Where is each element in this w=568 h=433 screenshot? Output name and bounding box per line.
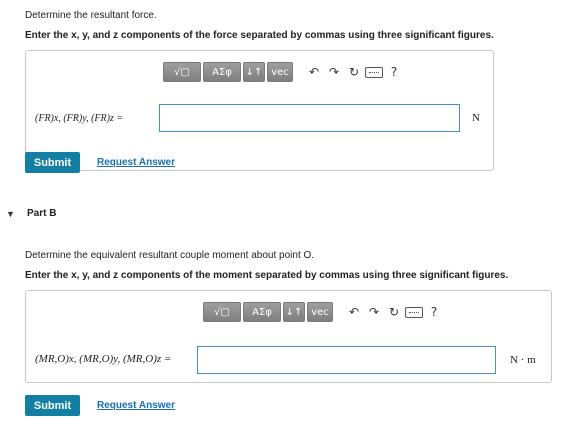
keyboard-icon[interactable] bbox=[365, 63, 383, 81]
part-b-question: Determine the equivalent resultant coupl… bbox=[25, 250, 315, 261]
arrows-button[interactable]: ↓↑ bbox=[283, 302, 305, 322]
part-a-unit: N bbox=[472, 112, 480, 124]
collapse-toggle-icon[interactable]: ▼ bbox=[6, 209, 15, 219]
redo-icon[interactable]: ↷ bbox=[365, 303, 383, 321]
part-a-toolbar: √▢ ΑΣφ ↓↑ vec ↶ ↷ ↻ ? bbox=[163, 62, 403, 82]
undo-icon[interactable]: ↶ bbox=[345, 303, 363, 321]
help-button[interactable]: ? bbox=[425, 303, 443, 321]
reset-icon[interactable]: ↻ bbox=[345, 63, 363, 81]
templates-button[interactable]: √▢ bbox=[163, 62, 201, 82]
keyboard-icon[interactable] bbox=[405, 303, 423, 321]
part-b-answer-label: (MR,O)x, (MR,O)y, (MR,O)z = bbox=[35, 353, 172, 365]
reset-icon[interactable]: ↻ bbox=[385, 303, 403, 321]
part-b-toolbar: √▢ ΑΣφ ↓↑ vec ↶ ↷ ↻ ? bbox=[203, 302, 443, 322]
part-b-answer-input[interactable] bbox=[197, 346, 496, 374]
part-b-title[interactable]: Part B bbox=[27, 208, 56, 219]
part-a-submit-button[interactable]: Submit bbox=[25, 152, 80, 173]
templates-button[interactable]: √▢ bbox=[203, 302, 241, 322]
undo-icon[interactable]: ↶ bbox=[305, 63, 323, 81]
part-b-instruction: Enter the x, y, and z components of the … bbox=[25, 270, 509, 281]
vector-button[interactable]: vec bbox=[267, 62, 293, 82]
help-button[interactable]: ? bbox=[385, 63, 403, 81]
part-b-unit: N · m bbox=[510, 354, 536, 366]
part-a-answer-label: (FR)x, (FR)y, (FR)z = bbox=[35, 113, 124, 124]
greek-symbols-button[interactable]: ΑΣφ bbox=[243, 302, 281, 322]
vector-button[interactable]: vec bbox=[307, 302, 333, 322]
greek-symbols-button[interactable]: ΑΣφ bbox=[203, 62, 241, 82]
part-b-request-answer-link[interactable]: Request Answer bbox=[97, 400, 175, 411]
part-b-submit-button[interactable]: Submit bbox=[25, 395, 80, 416]
part-a-answer-panel: √▢ ΑΣφ ↓↑ vec ↶ ↷ ↻ ? (FR)x, (FR)y, (FR)… bbox=[25, 50, 494, 171]
part-a-instruction: Enter the x, y, and z components of the … bbox=[25, 30, 494, 41]
part-a-question: Determine the resultant force. bbox=[25, 10, 157, 21]
arrows-button[interactable]: ↓↑ bbox=[243, 62, 265, 82]
redo-icon[interactable]: ↷ bbox=[325, 63, 343, 81]
part-a-answer-input[interactable] bbox=[159, 104, 460, 132]
part-b-answer-panel: √▢ ΑΣφ ↓↑ vec ↶ ↷ ↻ ? (MR,O)x, (MR,O)y, … bbox=[25, 290, 552, 383]
part-a-request-answer-link[interactable]: Request Answer bbox=[97, 157, 175, 168]
